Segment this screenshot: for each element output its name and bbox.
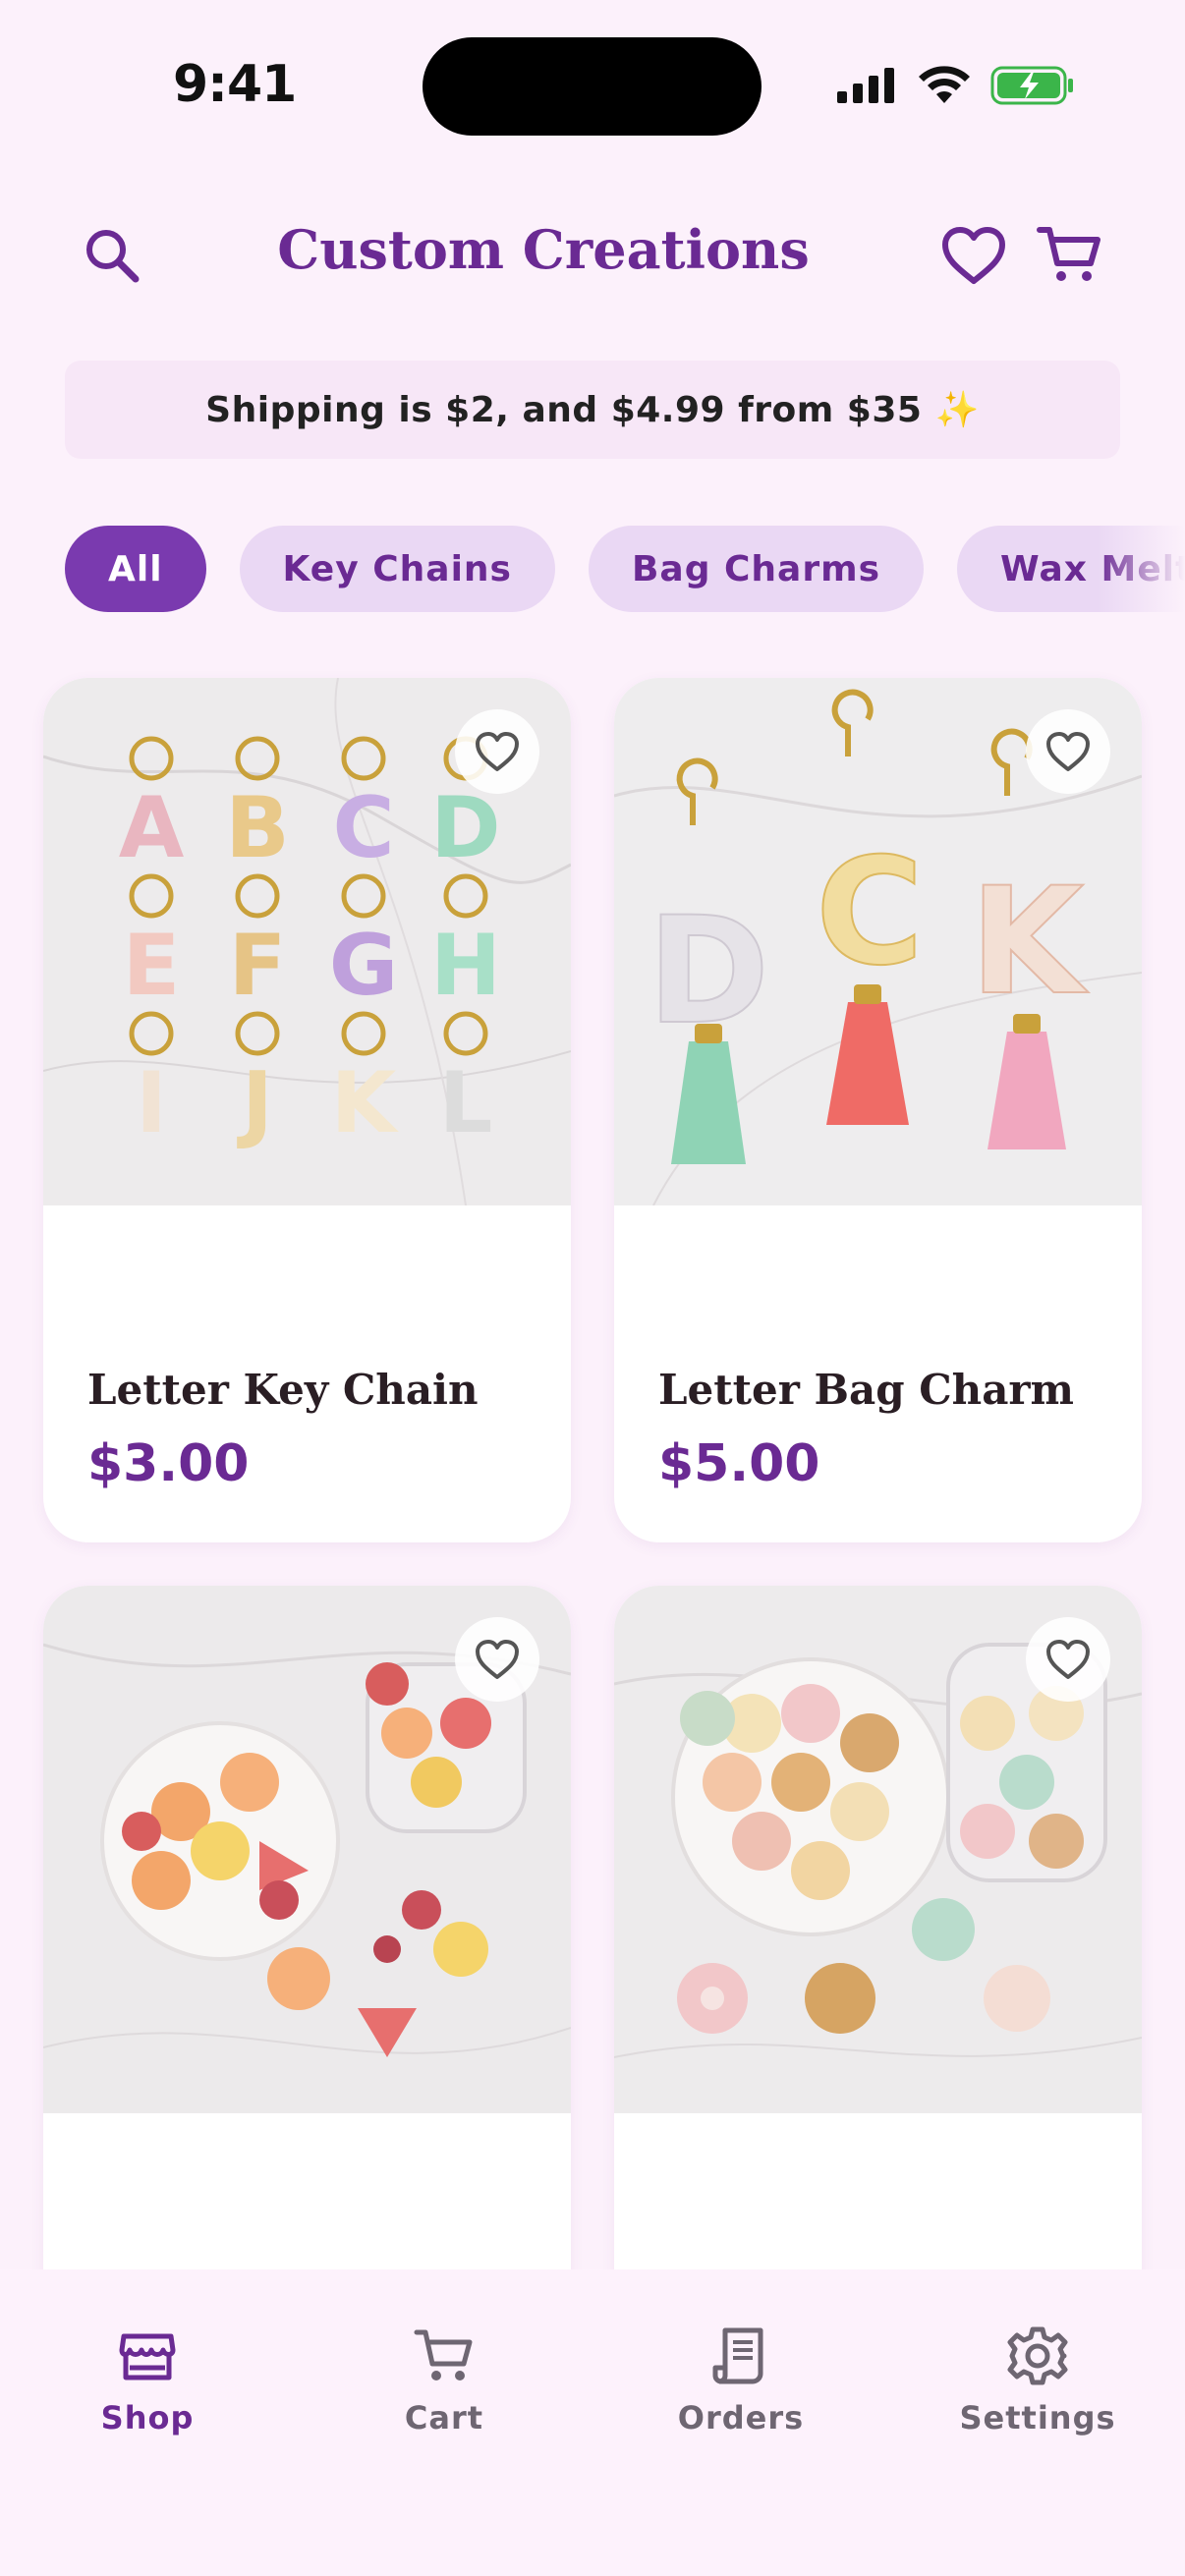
svg-text:G: G bbox=[329, 917, 399, 1015]
product-price: $3.00 bbox=[87, 1434, 250, 1493]
svg-text:D: D bbox=[430, 779, 500, 877]
tab-cart[interactable]: Cart bbox=[346, 2324, 542, 2436]
product-card-letter-key-chain[interactable]: A B C D E F G H I J K L Letter Key Chain… bbox=[43, 678, 571, 1542]
receipt-icon bbox=[712, 2327, 763, 2384]
svg-text:K: K bbox=[970, 857, 1089, 1028]
cart-icon bbox=[414, 2329, 473, 2380]
tab-label: Cart bbox=[404, 2399, 484, 2436]
product-price: $5.00 bbox=[658, 1434, 820, 1493]
svg-text:I: I bbox=[136, 1054, 167, 1152]
wifi-icon bbox=[919, 66, 970, 103]
svg-text:J: J bbox=[237, 1054, 273, 1152]
favorites-heart-icon[interactable] bbox=[939, 222, 1008, 291]
product-name: Letter Bag Charm bbox=[658, 1366, 1074, 1414]
svg-text:A: A bbox=[119, 779, 185, 877]
tab-shop[interactable]: Shop bbox=[49, 2324, 246, 2436]
favorite-button[interactable] bbox=[1026, 709, 1110, 794]
product-card-dessert-wax-melts[interactable] bbox=[614, 1586, 1142, 2332]
cart-icon[interactable] bbox=[1036, 220, 1104, 289]
svg-text:B: B bbox=[225, 779, 290, 877]
heart-outline-icon bbox=[1046, 1640, 1090, 1679]
app-title: Custom Creations bbox=[277, 218, 810, 281]
status-icons bbox=[837, 65, 1075, 106]
gear-icon bbox=[1007, 2326, 1068, 2385]
favorite-button[interactable] bbox=[455, 1617, 539, 1702]
tab-settings[interactable]: Settings bbox=[939, 2324, 1136, 2436]
svg-text:F: F bbox=[229, 917, 287, 1015]
svg-text:C: C bbox=[332, 779, 394, 877]
tab-label: Shop bbox=[100, 2399, 195, 2436]
chip-all[interactable]: All bbox=[65, 526, 206, 612]
svg-text:C: C bbox=[816, 827, 924, 998]
app-header: Custom Creations bbox=[0, 196, 1185, 314]
svg-text:K: K bbox=[331, 1054, 400, 1152]
chips-fade bbox=[1097, 526, 1185, 612]
svg-text:H: H bbox=[430, 917, 501, 1015]
heart-outline-icon bbox=[476, 732, 519, 771]
store-icon bbox=[119, 2333, 176, 2380]
product-name: Letter Key Chain bbox=[87, 1366, 479, 1414]
chip-key-chains[interactable]: Key Chains bbox=[239, 526, 555, 612]
bottom-tab-bar: Shop Cart Orders Settings bbox=[0, 2269, 1185, 2576]
svg-text:E: E bbox=[123, 917, 181, 1015]
status-time: 9:41 bbox=[173, 55, 297, 114]
heart-outline-icon bbox=[1046, 732, 1090, 771]
favorite-button[interactable] bbox=[455, 709, 539, 794]
heart-outline-icon bbox=[476, 1640, 519, 1679]
chip-bag-charms[interactable]: Bag Charms bbox=[588, 526, 925, 612]
product-card-letter-bag-charm[interactable]: D C K Letter Bag Charm $5.00 bbox=[614, 678, 1142, 1542]
favorite-button[interactable] bbox=[1026, 1617, 1110, 1702]
signal-icon bbox=[837, 68, 894, 103]
shipping-banner: Shipping is $2, and $4.99 from $35 ✨ bbox=[65, 361, 1120, 459]
dynamic-island bbox=[423, 37, 762, 136]
tab-label: Settings bbox=[959, 2399, 1116, 2436]
status-bar: 9:41 bbox=[0, 0, 1185, 147]
tab-label: Orders bbox=[677, 2399, 805, 2436]
category-chips: All Key Chains Bag Charms Wax Melts bbox=[65, 526, 1185, 612]
tab-orders[interactable]: Orders bbox=[643, 2324, 839, 2436]
battery-charging-icon bbox=[990, 66, 1073, 105]
product-card-fruit-wax-melts[interactable] bbox=[43, 1586, 571, 2332]
svg-text:L: L bbox=[439, 1054, 493, 1152]
